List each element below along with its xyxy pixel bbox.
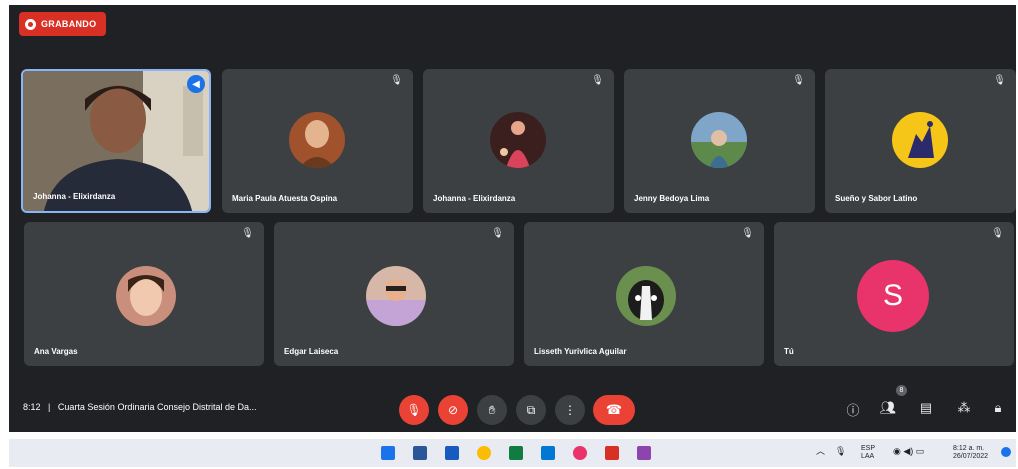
keyboard-layout: LAA: [861, 453, 875, 460]
participant-name: Ana Vargas: [34, 347, 78, 356]
participant-tile[interactable]: 🎙︎ Johanna - Elixirdanza: [423, 69, 614, 213]
participant-tile[interactable]: 🎙︎ Sueño y Sabor Latino: [825, 69, 1016, 213]
app-icon[interactable]: [637, 446, 651, 460]
system-clock[interactable]: 8:12 a. m. 26/07/2022: [953, 445, 988, 461]
camera-off-icon: ⊘: [447, 403, 459, 417]
meeting-time: 8:12: [23, 402, 41, 412]
meeting-title: Cuarta Sesión Ordinaria Consejo Distrita…: [57, 402, 257, 412]
meeting-details-button[interactable]: ⓘ: [843, 400, 863, 419]
mic-off-icon: 🎙︎: [591, 75, 604, 86]
pdf-reader-icon[interactable]: [605, 446, 619, 460]
hand-icon: ✋︎: [488, 402, 496, 417]
recording-icon: [25, 18, 36, 30]
store-icon[interactable]: [541, 446, 555, 460]
participant-name: Johanna - Elixirdanza: [33, 192, 116, 201]
browser-icon[interactable]: [573, 446, 587, 460]
clock-time: 8:12 a. m.: [953, 445, 985, 452]
speaking-indicator-icon: ◀: [187, 75, 205, 93]
participant-tile-self[interactable]: 🎙︎ S Tú: [774, 222, 1014, 366]
microphone-toggle-button[interactable]: 🎙︎: [399, 395, 429, 425]
chrome-icon[interactable]: [477, 446, 491, 460]
mic-off-icon: 🎙︎: [491, 228, 504, 239]
network-volume-battery-icons[interactable]: ◉ ◀) ▭: [893, 447, 924, 456]
language-indicator[interactable]: ESP LAA: [861, 445, 875, 461]
participant-avatar: [616, 266, 676, 326]
participant-avatar: [490, 112, 546, 168]
participant-name: Johanna - Elixirdanza: [433, 194, 516, 203]
participants-count-badge: 8: [896, 385, 907, 396]
mic-off-icon: 🎙︎: [406, 403, 422, 417]
mic-off-icon: 🎙︎: [991, 228, 1004, 239]
participant-name: Edgar Laiseca: [284, 347, 339, 356]
language-code: ESP: [861, 445, 876, 452]
activities-icon: ⁂: [957, 400, 971, 415]
participant-tile[interactable]: 🎙︎ Jenny Bedoya Lima: [624, 69, 815, 213]
mic-off-icon: 🎙︎: [241, 228, 254, 239]
participant-name: Tú: [784, 347, 794, 356]
present-icon: ⧉: [526, 402, 536, 417]
present-screen-button[interactable]: ⧉: [516, 395, 546, 425]
participant-initial-avatar: S: [857, 260, 929, 332]
word-icon[interactable]: [445, 446, 459, 460]
host-controls-button[interactable]: 🔒︎: [988, 400, 1008, 416]
excel-icon[interactable]: [509, 446, 523, 460]
tray-chevron-icon[interactable]: ︿: [816, 447, 825, 456]
participant-tile-johanna-video[interactable]: ◀ Johanna - Elixirdanza: [21, 69, 211, 213]
notification-icon[interactable]: [1001, 447, 1011, 457]
participant-tile[interactable]: 🎙︎ Ana Vargas: [24, 222, 264, 366]
participant-avatar: [116, 266, 176, 326]
participant-avatar-logo: [892, 112, 948, 168]
more-vert-icon: ⋮: [564, 403, 576, 417]
mic-off-icon: 🎙︎: [390, 75, 403, 86]
windows-taskbar: ︿ 🎙︎ ESP LAA ◉ ◀) ▭ 8:12 a. m. 26/07/202…: [9, 439, 1016, 467]
chat-icon: ▤: [919, 400, 933, 415]
participant-tile[interactable]: 🎙︎ Edgar Laiseca: [274, 222, 514, 366]
lock-icon: 🔒︎: [994, 400, 1002, 415]
participant-tile[interactable]: 🎙︎ Maria Paula Atuesta Ospina: [222, 69, 413, 213]
microphone-tray-icon: 🎙︎: [835, 446, 847, 456]
chat-button[interactable]: ▤: [916, 400, 936, 416]
people-icon: 👥︎: [879, 400, 897, 415]
mic-off-icon: 🎙︎: [993, 75, 1006, 86]
participant-name: Maria Paula Atuesta Ospina: [232, 194, 338, 203]
start-menu-icon[interactable]: [381, 446, 395, 460]
phone-hangup-icon: ☎︎: [605, 402, 623, 417]
leave-call-button[interactable]: ☎︎: [593, 395, 635, 425]
mic-off-icon: 🎙︎: [792, 75, 805, 86]
recording-badge: GRABANDO: [19, 12, 107, 36]
recording-label: GRABANDO: [41, 19, 97, 29]
participant-avatar: [289, 112, 345, 168]
participant-name: Sueño y Sabor Latino: [835, 194, 918, 203]
file-explorer-icon[interactable]: [413, 446, 427, 460]
more-options-button[interactable]: ⋮: [555, 395, 585, 425]
participant-name: Lisseth Yurivlica Aguilar: [534, 347, 627, 356]
participant-avatar: [691, 112, 747, 168]
meeting-info: 8:12 | Cuarta Sesión Ordinaria Consejo D…: [23, 402, 257, 412]
participant-tile[interactable]: 🎙︎ Lisseth Yurivlica Aguilar: [524, 222, 764, 366]
meeting-control-bar: 8:12 | Cuarta Sesión Ordinaria Consejo D…: [9, 385, 1016, 432]
camera-toggle-button[interactable]: ⊘: [438, 395, 468, 425]
clock-date: 26/07/2022: [953, 453, 989, 460]
raise-hand-button[interactable]: ✋︎: [477, 395, 507, 425]
activities-button[interactable]: ⁂: [954, 400, 974, 416]
mic-off-icon: 🎙︎: [741, 228, 754, 239]
meeting-separator: |: [48, 402, 51, 412]
participant-name: Jenny Bedoya Lima: [634, 194, 710, 203]
participants-button[interactable]: 👥︎: [878, 400, 898, 416]
meet-window: GRABANDO ◀ Johanna - Elixirdanza 🎙︎ Mari…: [9, 5, 1016, 432]
info-icon: ⓘ: [846, 403, 860, 418]
participant-avatar: [366, 266, 426, 326]
